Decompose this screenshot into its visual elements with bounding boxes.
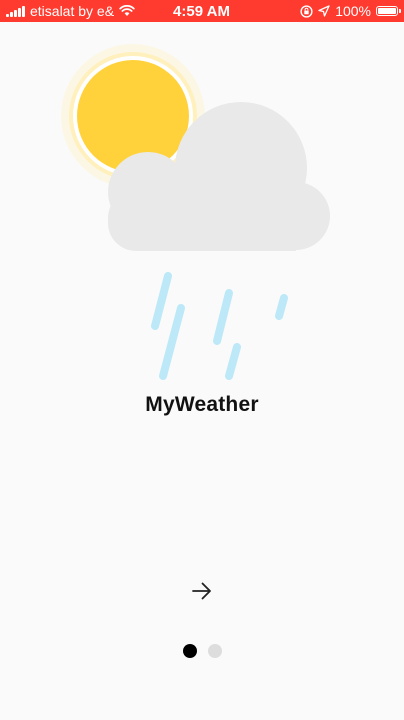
carrier-label: etisalat by e& — [30, 3, 115, 19]
battery-icon — [376, 6, 401, 16]
page-dot[interactable] — [182, 644, 197, 658]
wifi-icon — [119, 5, 135, 16]
page-dot[interactable] — [207, 644, 222, 658]
status-bar: etisalat by e& 4:59 AM 100% — [0, 0, 404, 22]
sun-cloud-rain-icon — [61, 44, 330, 380]
location-icon — [318, 5, 330, 17]
app-title: MyWeather — [145, 393, 259, 416]
next-button[interactable] — [186, 575, 218, 607]
rain-icon — [151, 272, 288, 380]
status-left: etisalat by e& — [6, 3, 146, 19]
page-indicator — [0, 644, 404, 658]
signal-icon — [6, 5, 25, 17]
battery-level — [378, 8, 396, 14]
status-time: 4:59 AM — [173, 2, 230, 20]
arrow-right-icon — [192, 582, 211, 600]
status-right: 100% — [263, 3, 401, 19]
battery-percent: 100% — [335, 3, 371, 19]
rotation-lock-icon — [300, 4, 313, 18]
